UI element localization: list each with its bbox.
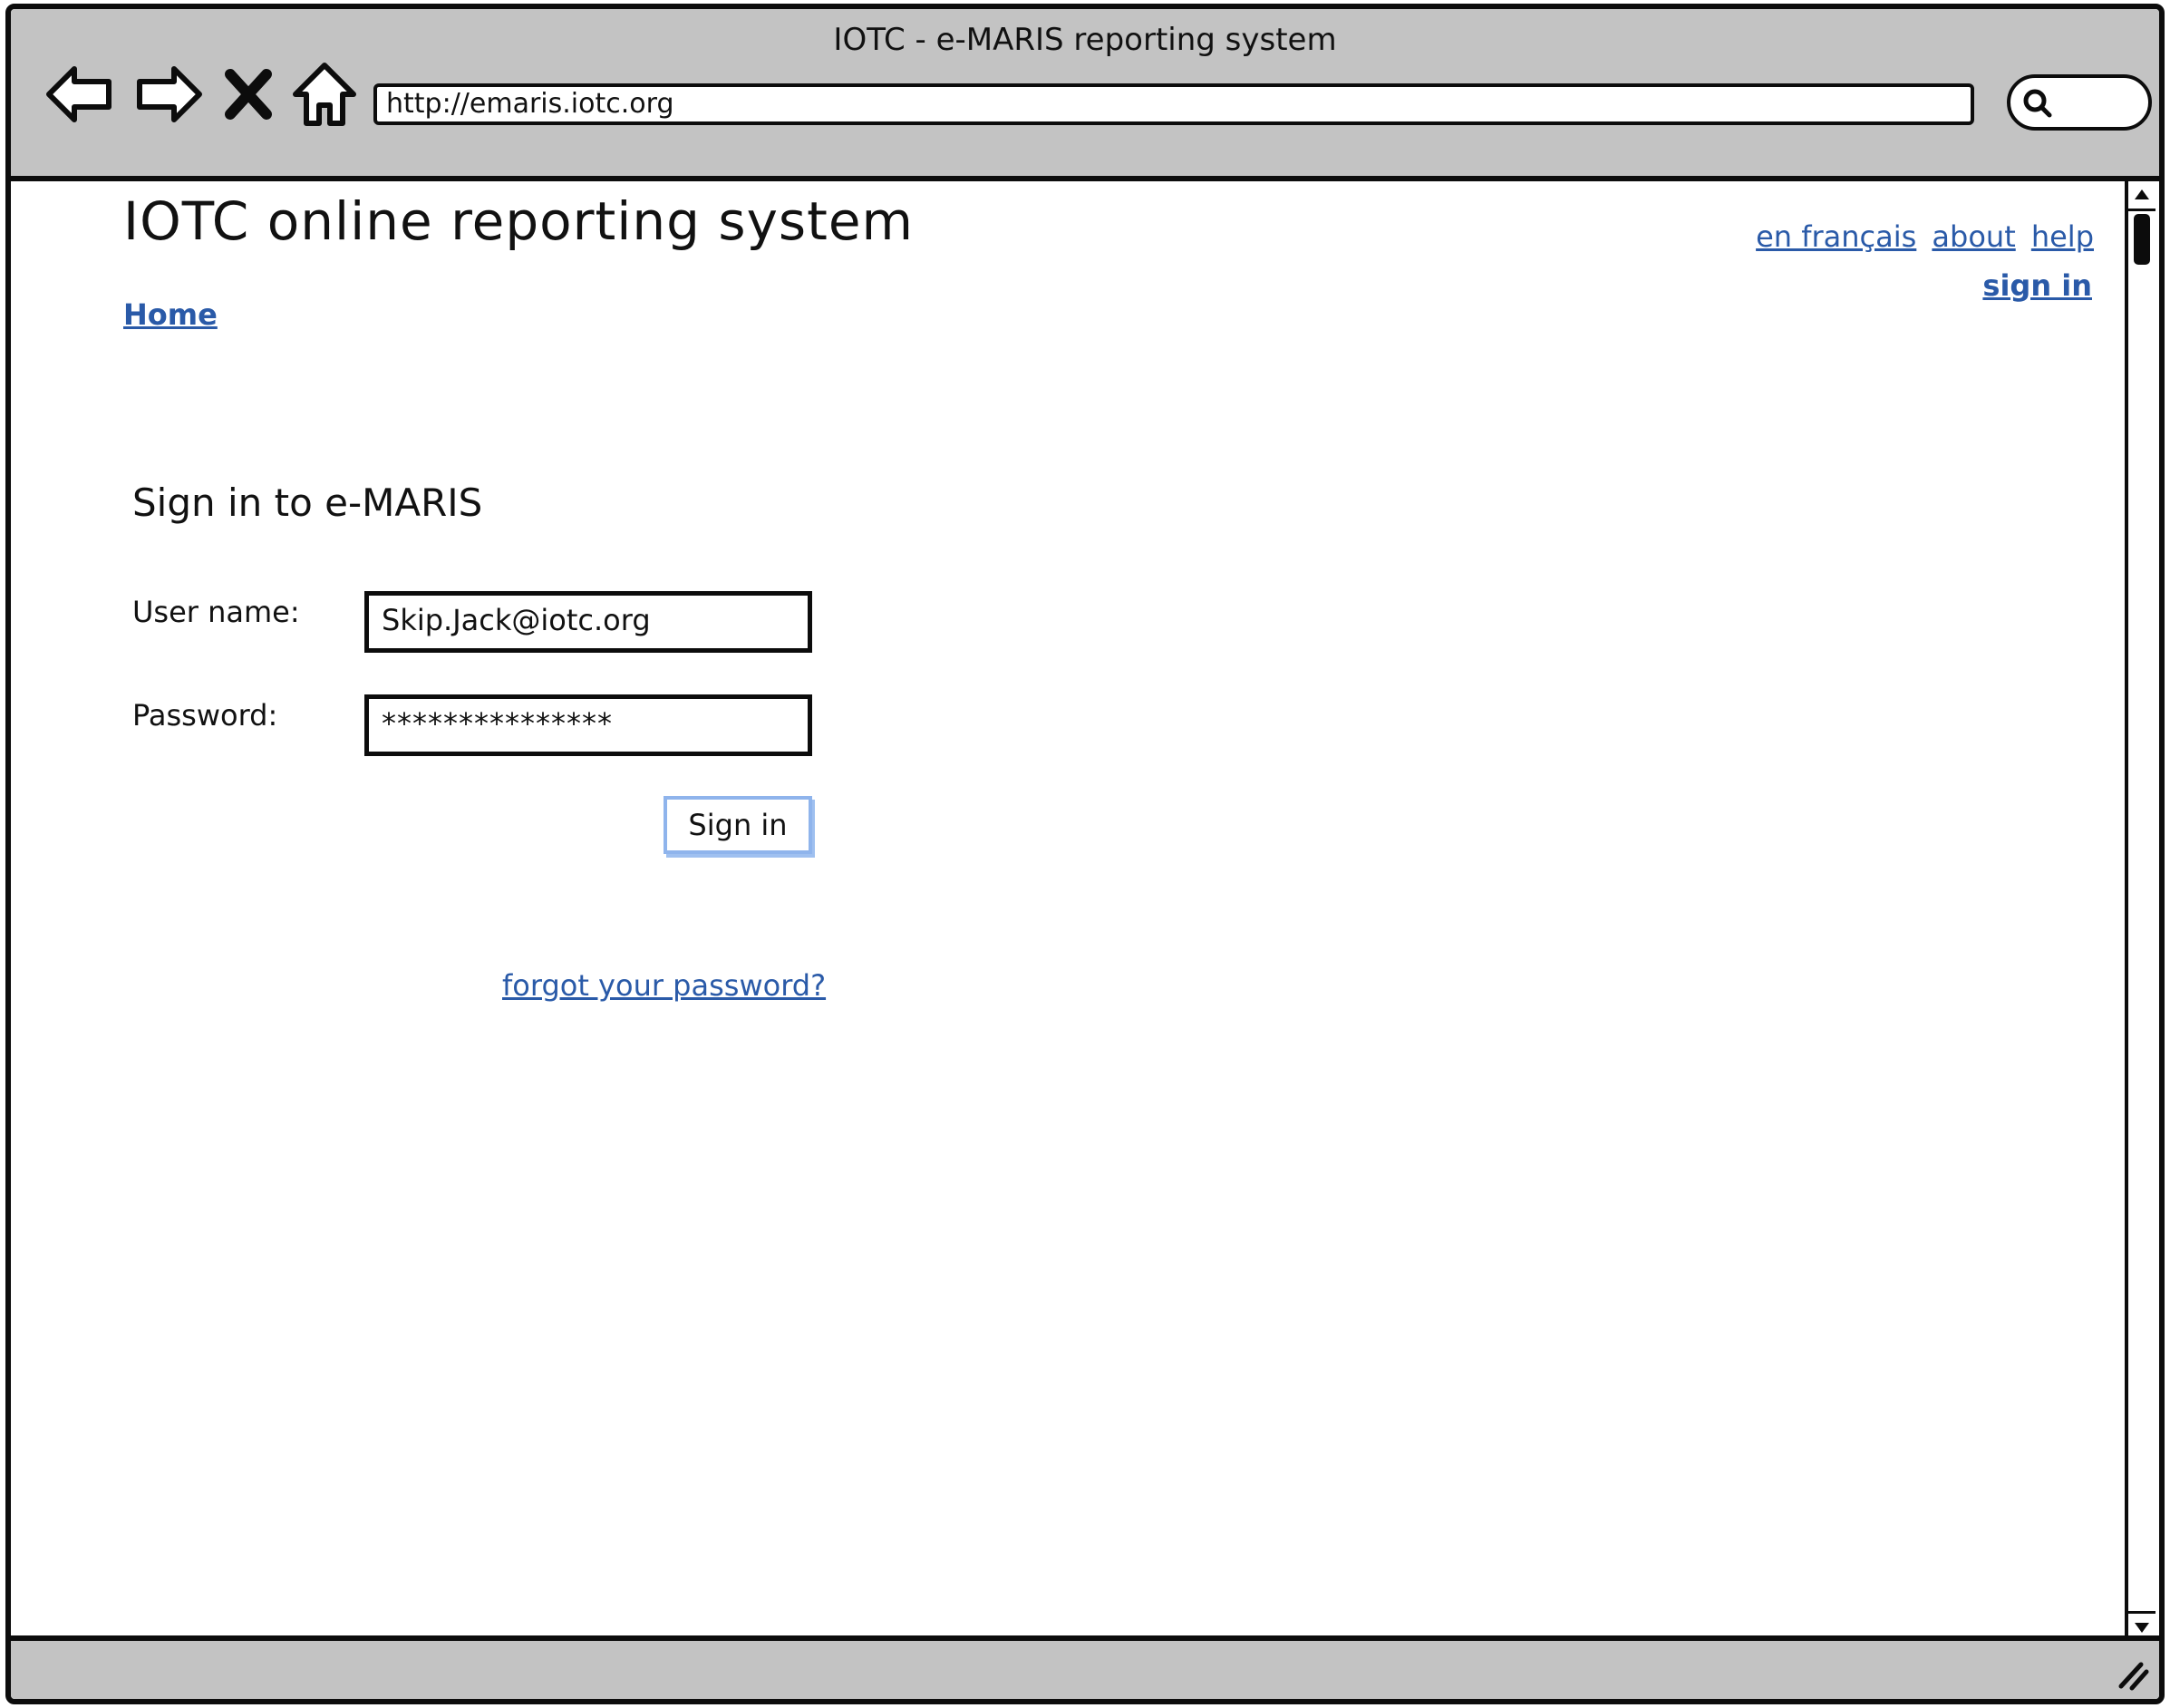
sign-in-link[interactable]: sign in xyxy=(1982,268,2092,303)
header-links: en français about help xyxy=(1745,219,2094,254)
magnifier-icon xyxy=(2023,89,2052,118)
scroll-thumb[interactable] xyxy=(2134,214,2150,265)
sign-in-button[interactable]: Sign in xyxy=(664,796,812,854)
status-bar xyxy=(11,1635,2159,1699)
page-title: IOTC online reporting system xyxy=(123,190,915,252)
username-label: User name: xyxy=(132,595,300,629)
home-icon[interactable] xyxy=(288,58,361,131)
browser-chrome: IOTC - e-MARIS reporting system http://e… xyxy=(11,9,2159,181)
resize-grip-icon[interactable] xyxy=(2114,1655,2150,1692)
username-field[interactable]: Skip.Jack@iotc.org xyxy=(364,591,812,653)
scroll-up-arrow-icon[interactable] xyxy=(2128,181,2155,211)
window-title: IOTC - e-MARIS reporting system xyxy=(833,22,1337,58)
password-field[interactable]: *************** xyxy=(364,694,812,756)
breadcrumb-home-link[interactable]: Home xyxy=(123,297,218,332)
password-label: Password: xyxy=(132,698,278,733)
help-link[interactable]: help xyxy=(2031,219,2094,254)
about-link[interactable]: about xyxy=(1932,219,2015,254)
browser-window: IOTC - e-MARIS reporting system http://e… xyxy=(5,4,2165,1704)
french-language-link[interactable]: en français xyxy=(1756,219,1916,254)
forgot-password-link[interactable]: forgot your password? xyxy=(502,968,826,1003)
close-x-icon[interactable] xyxy=(221,58,276,131)
back-arrow-icon[interactable] xyxy=(44,58,116,131)
page-content: IOTC online reporting system en français… xyxy=(11,181,2159,1641)
sign-in-heading: Sign in to e-MARIS xyxy=(132,480,483,525)
vertical-scrollbar[interactable] xyxy=(2125,181,2159,1641)
forward-arrow-icon[interactable] xyxy=(132,58,205,131)
address-bar[interactable]: http://emaris.iotc.org xyxy=(373,83,1974,125)
browser-search-field[interactable] xyxy=(2007,74,2152,131)
